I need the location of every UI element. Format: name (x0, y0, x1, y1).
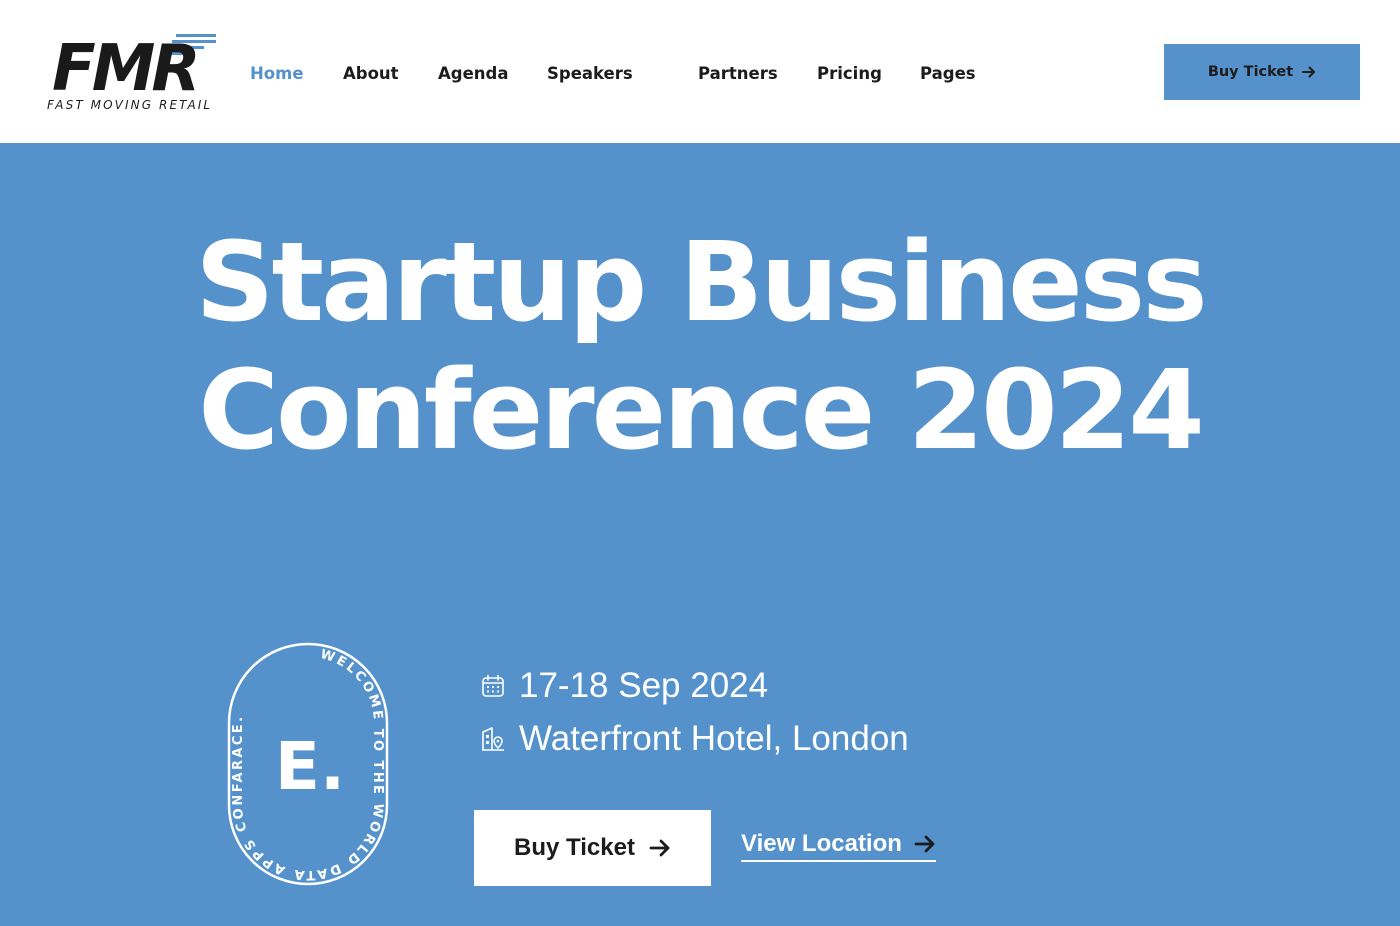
nav-pricing[interactable]: Pricing (817, 64, 882, 83)
hero-title-line1: Startup Business (195, 218, 1207, 346)
arrow-right-icon (1302, 66, 1316, 78)
welcome-badge: WELCOME TO THE WORLD DATA APPS CONFARACE… (227, 642, 389, 886)
arrow-right-icon (649, 839, 670, 857)
hero-title: Startup Business Conference 2024 (0, 218, 1400, 474)
building-location-icon (482, 727, 504, 751)
header-buy-ticket-label: Buy Ticket (1207, 64, 1294, 80)
event-location-text: Waterfront Hotel, London (519, 719, 909, 758)
nav-speakers[interactable]: Speakers (547, 64, 633, 83)
header-buy-ticket-button[interactable]: Buy Ticket (1164, 44, 1360, 100)
arrow-right-icon (914, 835, 935, 853)
nav-about[interactable]: About (343, 64, 399, 83)
logo-tagline: FAST MOVING RETAIL (47, 98, 213, 112)
event-location: Waterfront Hotel, London (480, 719, 909, 759)
nav-agenda[interactable]: Agenda (438, 64, 508, 83)
badge-letter: E. (275, 728, 345, 805)
event-date-text: 17-18 Sep 2024 (519, 666, 769, 705)
nav-pages[interactable]: Pages (920, 64, 976, 83)
site-header: FMR FAST MOVING RETAIL Home About Agenda… (0, 0, 1400, 143)
nav-home[interactable]: Home (250, 64, 304, 83)
view-location-label: View Location (741, 830, 902, 857)
calendar-icon (482, 674, 504, 697)
nav-partners[interactable]: Partners (698, 64, 778, 83)
svg-text:FMR: FMR (52, 32, 197, 106)
hero-buy-ticket-label: Buy Ticket (514, 834, 635, 861)
hero-title-line2: Conference 2024 (198, 346, 1204, 474)
view-location-link[interactable]: View Location (741, 830, 936, 862)
hero-buy-ticket-button[interactable]: Buy Ticket (474, 810, 711, 886)
event-date: 17-18 Sep 2024 (480, 666, 768, 706)
